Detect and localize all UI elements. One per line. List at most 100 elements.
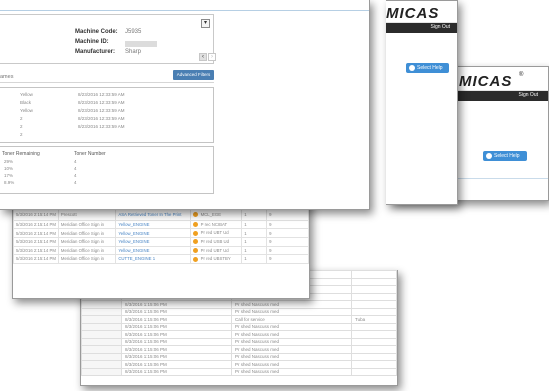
table-cell: 8/3/2016 1:15:06 PM (121, 330, 232, 339)
prev-page-button[interactable]: ‹ (199, 53, 207, 61)
table-cell: 1 (241, 219, 268, 230)
event-link[interactable]: Yellow_ENGINE (115, 219, 191, 230)
advanced-filters-button[interactable]: Advanced Filters (173, 70, 214, 80)
table-cell: 9 (266, 245, 309, 256)
supply-timestamp: 8/23/2016 12:33:59 AM (78, 116, 125, 121)
event-link[interactable]: Yellow_ENGINE (115, 245, 191, 256)
supply-timestamp: 8/23/2016 12:33:59 AM (78, 108, 125, 113)
table-cell: 9 (266, 254, 309, 264)
event-link[interactable]: ASA Retrieved Toner In The Print (115, 207, 191, 221)
table-cell: Pr red UBSTBY (189, 254, 243, 264)
table-cell: MCL_EGE (189, 207, 243, 221)
status-text: MCL_EGE (200, 211, 222, 217)
help-icon (486, 153, 492, 159)
table-cell: Meridian Office Sign in (57, 245, 117, 256)
table-cell (81, 360, 122, 369)
table-row: 5/3/2016 2:15:14 PMMeridian Office Sign … (13, 245, 309, 256)
warning-status-icon (192, 239, 198, 245)
table-cell: Call for service (231, 315, 352, 324)
supply-name: 2 (20, 132, 23, 137)
table-row: 8/3/2016 1:15:06 PMPr shed Nascuss med (81, 345, 397, 354)
table-cell (351, 352, 397, 361)
machine-dropdown-button[interactable]: ▾ (201, 19, 210, 28)
table-cell (81, 352, 122, 361)
table-row: 5/3/2016 2:15:14 PMMeridian Office Sign … (13, 219, 309, 230)
toner-number-value: 4 (74, 180, 77, 185)
next-page-button[interactable]: › (208, 53, 216, 61)
select-help-button[interactable]: Select Help (406, 63, 449, 73)
table-cell: Pr shed Nascuss med (231, 300, 352, 309)
event-link[interactable]: Yellow_ENGINE (115, 236, 191, 247)
table-cell (81, 337, 122, 346)
event-link[interactable]: Yellow_ENGINE (115, 228, 191, 238)
warning-status-icon (192, 222, 198, 228)
table-cell: 8/3/2016 1:15:06 PM (121, 360, 232, 369)
toner-level-box: Toner Remaining Toner Number 29% 4 10% 4 17%… (0, 146, 214, 194)
table-cell: Pr red UBT Ud (189, 228, 243, 238)
table-cell: 1 (241, 236, 268, 247)
table-cell: Pr shed Nascuss med (231, 307, 352, 316)
table-cell (81, 367, 122, 376)
table-cell: Pr shed Nascuss med (231, 322, 352, 331)
table-cell (351, 270, 397, 279)
table-cell: 1 (241, 245, 268, 256)
table-cell: 9 (266, 219, 309, 230)
toner-number-value: 4 (74, 166, 77, 171)
supply-timestamp: 8/23/2016 12:33:59 AM (78, 92, 125, 97)
table-cell (351, 277, 397, 286)
select-help-button[interactable]: Select Help (483, 151, 527, 161)
event-link[interactable]: CUTTE_ENGINE 1 (115, 254, 191, 264)
table-cell: Pr shed Nascuss med (231, 337, 352, 346)
table-cell: 8/3/2016 1:15:06 PM (121, 337, 232, 346)
table-cell (351, 360, 397, 369)
table-row: 5/3/2016 2:15:14 PMMeridian Office Sign … (13, 236, 309, 247)
table-cell: 5/3/2016 2:15:14 PM (13, 219, 59, 230)
table-cell (351, 307, 397, 316)
micas-logo: MICAS (386, 5, 440, 22)
table-cell: 5/3/2016 2:15:14 PM (13, 228, 59, 238)
machine-id-label: Machine ID: (75, 39, 109, 45)
machine-code-value: J5935 (125, 29, 142, 35)
top-nav-bar: Sign Out (386, 23, 457, 33)
machine-id-redacted (125, 41, 157, 47)
help-icon (409, 65, 415, 71)
toner-number-header: Toner Number (74, 151, 106, 157)
table-cell (351, 300, 397, 309)
table-cell: 8/3/2016 1:15:06 PM (121, 345, 232, 354)
table-row: 5/3/2016 2:15:14 PMMeridian Office Sign … (13, 228, 309, 238)
table-cell: 9 (266, 207, 309, 221)
table-cell: 5/3/2016 2:15:14 PM (13, 207, 59, 221)
status-text: Pr red USB Ud (200, 239, 230, 245)
supply-timestamp: 8/23/2016 12:33:59 AM (78, 124, 125, 129)
divider (0, 82, 214, 83)
table-cell: 8/3/2016 1:15:06 PM (121, 352, 232, 361)
table-row: 5/3/2016 2:15:14 PMMeridian Office Sign … (13, 254, 309, 264)
table-row: 5/3/2016 2:15:14 PM Prescott ASA Retrieved… (13, 207, 309, 221)
table-cell: Pr shed Nascuss med (231, 352, 352, 361)
table-cell: Pr red USB Ud (189, 236, 243, 247)
table-row: 8/3/2016 1:15:06 PMPr shed Nascuss med (81, 367, 397, 376)
table-cell: 8/3/2016 1:15:06 PM (121, 322, 232, 331)
table-cell (81, 345, 122, 354)
supply-name: 2 (20, 124, 23, 129)
supply-status-box: Yellow 8/23/2016 12:33:59 AM Black 8/23/201… (0, 87, 214, 143)
status-text: Pr red UBT Ud (200, 230, 229, 236)
sign-out-link[interactable]: Sign Out (431, 24, 450, 30)
table-row: 8/3/2016 1:15:06 PMPr shed Nascuss med (81, 352, 397, 361)
sign-out-link[interactable]: Sign Out (519, 92, 538, 98)
table-row: 8/3/2016 1:15:06 PMPr shed Nascuss med (81, 322, 397, 331)
table-cell: 1 (241, 254, 268, 264)
machine-info-panel: Machine Code: J5935 Machine ID: Manufact… (0, 14, 216, 64)
supply-name: Yellow (20, 92, 33, 97)
warning-status-icon (192, 256, 198, 262)
table-cell: Pr shed Nascuss med (231, 330, 352, 339)
table-cell: 8/3/2016 1:15:06 PM (121, 315, 232, 324)
toner-remaining-value: 10% (4, 166, 14, 171)
table-cell: Meridian Office Sign in (57, 236, 117, 247)
table-cell: 5/3/2016 2:15:14 PM (13, 254, 59, 264)
table-cell: Pr red UBT Ud (189, 245, 243, 256)
toner-remaining-value: 29% (4, 159, 14, 164)
table-cell: Prescott (57, 207, 117, 221)
table-cell (351, 367, 397, 376)
table-cell (351, 322, 397, 331)
